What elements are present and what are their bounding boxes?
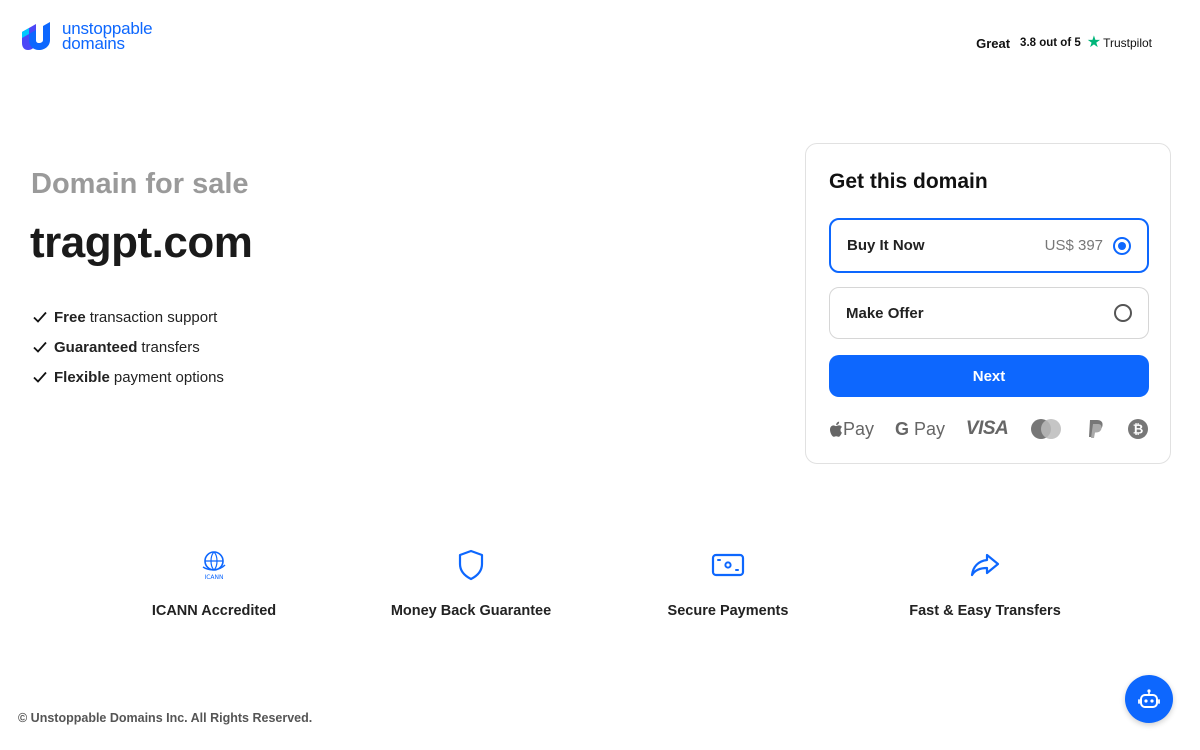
radio-selected[interactable] bbox=[1113, 236, 1131, 255]
trustpilot-rating-label: Great bbox=[976, 35, 1011, 51]
checkmark-icon bbox=[33, 311, 47, 323]
badge-transfers: Fast & Easy Transfers bbox=[875, 545, 1095, 619]
shield-icon bbox=[458, 549, 484, 581]
badge-label: Money Back Guarantee bbox=[390, 603, 552, 619]
feature-list: Free transaction support Guaranteed tran… bbox=[32, 302, 224, 392]
payment-icon bbox=[711, 553, 745, 577]
feature-bold: Guaranteed bbox=[54, 338, 138, 356]
purchase-card: Get this domain Buy It Now US$ 397 Make … bbox=[805, 143, 1171, 464]
feature-bold: Flexible bbox=[54, 368, 110, 386]
logo-line-2: domains bbox=[62, 34, 125, 53]
feature-item: Guaranteed transfers bbox=[32, 332, 224, 362]
google-pay-label: Pay bbox=[913, 418, 945, 439]
visa-icon: VISA bbox=[965, 418, 1009, 439]
option-label: Make Offer bbox=[846, 304, 924, 322]
copyright-text: © Unstoppable Domains Inc. All Rights Re… bbox=[18, 711, 313, 725]
robot-icon bbox=[1138, 689, 1160, 708]
feature-item: Free transaction support bbox=[32, 302, 224, 332]
svg-text:ICANN: ICANN bbox=[204, 574, 223, 581]
payment-methods: Pay G Pay VISA ₿ bbox=[829, 416, 1149, 442]
badge-label: Fast & Easy Transfers bbox=[909, 603, 1061, 619]
option-make-offer[interactable]: Make Offer bbox=[829, 287, 1149, 339]
domain-name: tragpt.com bbox=[30, 218, 253, 267]
mastercard-icon bbox=[1029, 418, 1063, 440]
apple-pay-label: Pay bbox=[843, 418, 875, 439]
next-button[interactable]: Next bbox=[829, 355, 1149, 397]
apple-pay-icon: Pay bbox=[829, 419, 874, 440]
paypal-icon bbox=[1084, 418, 1106, 440]
radio-unselected[interactable] bbox=[1114, 304, 1132, 322]
share-arrow-icon bbox=[970, 553, 1000, 577]
chat-bot-button[interactable] bbox=[1125, 675, 1173, 723]
option-label: Buy It Now bbox=[847, 237, 925, 254]
checkmark-icon bbox=[33, 341, 47, 353]
option-buy-it-now[interactable]: Buy It Now US$ 397 bbox=[829, 218, 1149, 273]
card-title: Get this domain bbox=[829, 170, 988, 193]
badge-label: Secure Payments bbox=[667, 603, 789, 619]
trustpilot-name: Trustpilot bbox=[1103, 36, 1152, 50]
brand-logo[interactable]: unstoppable domains bbox=[20, 20, 153, 53]
feature-bold: Free bbox=[54, 308, 86, 326]
option-price: US$ 397 bbox=[1044, 237, 1103, 254]
bitcoin-icon: ₿ bbox=[1127, 418, 1149, 440]
badge-secure-payments: Secure Payments bbox=[618, 545, 838, 619]
trustpilot-rating[interactable]: Great 3.8 out of 5 ★ Trustpilot bbox=[976, 35, 1152, 51]
badge-icann: ICANN ICANN Accredited bbox=[104, 545, 324, 619]
badge-money-back: Money Back Guarantee bbox=[361, 545, 581, 619]
google-pay-icon: G Pay bbox=[894, 418, 945, 439]
badge-label: ICANN Accredited bbox=[151, 603, 277, 619]
apple-icon bbox=[830, 421, 842, 437]
trustpilot-score: 3.8 out of 5 bbox=[1020, 37, 1081, 49]
star-icon: ★ bbox=[1086, 34, 1102, 51]
unstoppable-logo-icon bbox=[22, 22, 50, 50]
svg-text:₿: ₿ bbox=[1133, 423, 1144, 438]
page-subtitle: Domain for sale bbox=[31, 168, 249, 200]
feature-item: Flexible payment options bbox=[32, 362, 224, 392]
feature-text: transfers bbox=[141, 338, 200, 356]
icann-icon: ICANN bbox=[202, 551, 226, 581]
checkmark-icon bbox=[33, 371, 47, 383]
feature-text: transaction support bbox=[89, 308, 218, 326]
feature-text: payment options bbox=[113, 368, 224, 386]
